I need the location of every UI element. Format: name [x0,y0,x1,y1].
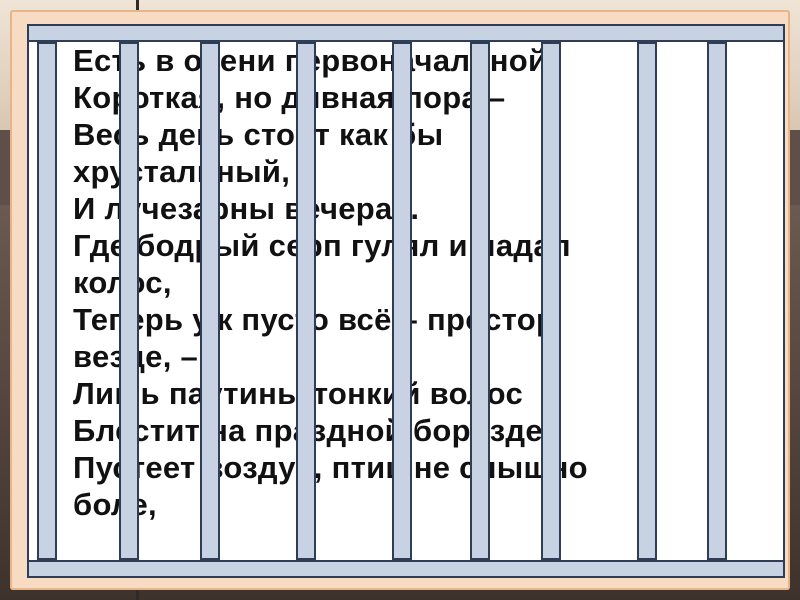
poem-line: Пустеет воздух, птиц не слышно [73,450,588,485]
cage-bar [541,42,561,560]
cage-bar [37,42,57,560]
poem-line: боле, [73,487,157,522]
cage-bar [637,42,657,560]
poem-line: И лучезарны вечера... [73,191,420,226]
cage-bar [392,42,412,560]
cage-bar [200,42,220,560]
poem-line: Где бодрый серп гулял и падал [73,228,571,263]
poem-line: Есть в осени первоначальной [73,43,548,78]
cage-bottom-rail [27,560,785,578]
poem-line: колос, [73,264,783,301]
poem-line: Короткая, но дивная пора – [73,80,506,115]
cage-bar [470,42,490,560]
cage-top-rail [27,24,785,42]
cage-bar [296,42,316,560]
cage-bar [119,42,139,560]
poem-line: Лишь паутины тонкий волос [73,376,523,411]
poem-line: Теперь уж пусто всё – простор [73,302,556,337]
poem-line: Весь день стоит как бы [73,117,444,152]
poem-line: везде, – [73,339,199,374]
poem-line: Блестит на праздной борозде. [73,413,552,448]
cage-bar [707,42,727,560]
poem-text: Есть в осени первоначальной Короткая, но… [73,42,783,523]
poem-line: хрустальный, [73,154,291,189]
